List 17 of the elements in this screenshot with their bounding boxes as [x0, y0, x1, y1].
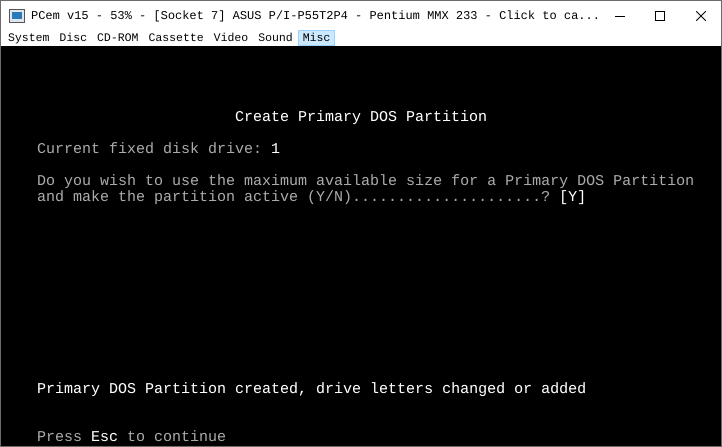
screen-heading: Create Primary DOS Partition: [234, 110, 488, 126]
screen-text: Current fixed disk drive: 1: [36, 142, 282, 158]
menu-item[interactable]: Cassette: [143, 30, 209, 46]
menu-item[interactable]: Disc: [54, 30, 92, 46]
window-title: PCem v15 - 53% - [Socket 7] ASUS P/I-P55T2P4 - Pentium MMX 233 - Click to ca...: [31, 8, 600, 22]
screen-text: Do you wish to use the maximum available size for a Primary DOS Partition: [36, 174, 696, 190]
menu-item[interactable]: System: [3, 30, 54, 46]
close-icon: [696, 10, 706, 20]
menu-item[interactable]: Video: [208, 30, 254, 46]
menu-item[interactable]: CD-ROM: [92, 30, 144, 46]
menu-item[interactable]: Misc: [298, 30, 336, 46]
menu-item[interactable]: Sound: [253, 30, 298, 46]
screen-text: and make the partition active (Y/N).....................? [Y]: [36, 190, 588, 206]
screen-text: Press Esc to continue: [36, 430, 228, 446]
app-icon: [9, 8, 25, 22]
maximize-icon: [655, 10, 666, 20]
screen-text: Primary DOS Partition created, drive letters changed or added: [36, 382, 588, 398]
